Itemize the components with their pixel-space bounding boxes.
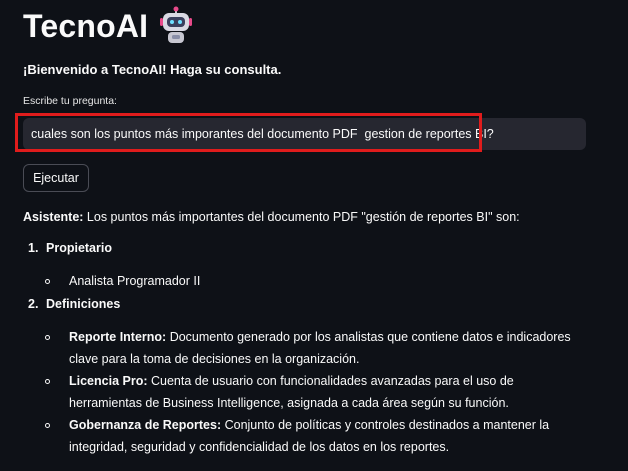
header: TecnoAI xyxy=(23,4,194,48)
section-2-heading: 2. Definiciones xyxy=(28,297,120,311)
list-item: Gobernanza de Reportes: Conjunto de polí… xyxy=(45,415,585,458)
list-item: Analista Programador II xyxy=(45,271,585,293)
section-number: 1. xyxy=(28,241,39,255)
assistant-label: Asistente: xyxy=(23,210,84,224)
run-button[interactable]: Ejecutar xyxy=(23,164,89,192)
bullet-icon xyxy=(45,335,50,340)
question-label: Escribe tu pregunta: xyxy=(23,95,117,107)
list-item: Reporte Interno: Documento generado por … xyxy=(45,327,585,370)
section-title: Propietario xyxy=(46,241,112,255)
welcome-text: ¡Bienvenido a TecnoAI! Haga su consulta. xyxy=(23,62,282,77)
list-item-term: Licencia Pro: xyxy=(69,374,148,388)
list-item-term: Gobernanza de Reportes: xyxy=(69,418,222,432)
answer-intro: Los puntos más importantes del documento… xyxy=(83,210,520,224)
assistant-answer: Asistente: Los puntos más importantes de… xyxy=(23,207,593,228)
bullet-icon xyxy=(45,379,50,384)
section-title: Definiciones xyxy=(46,297,121,311)
robot-icon xyxy=(160,6,193,43)
bullet-icon xyxy=(45,279,50,284)
section-number: 2. xyxy=(28,297,39,311)
list-item-text: Analista Programador II xyxy=(69,274,201,288)
bullet-icon xyxy=(45,423,50,428)
list-item: Licencia Pro: Cuenta de usuario con func… xyxy=(45,371,585,414)
highlight-outline xyxy=(15,113,482,152)
section-1-heading: 1. Propietario xyxy=(28,241,112,255)
page-title: TecnoAI xyxy=(23,7,149,44)
list-item-term: Reporte Interno: xyxy=(69,330,167,344)
